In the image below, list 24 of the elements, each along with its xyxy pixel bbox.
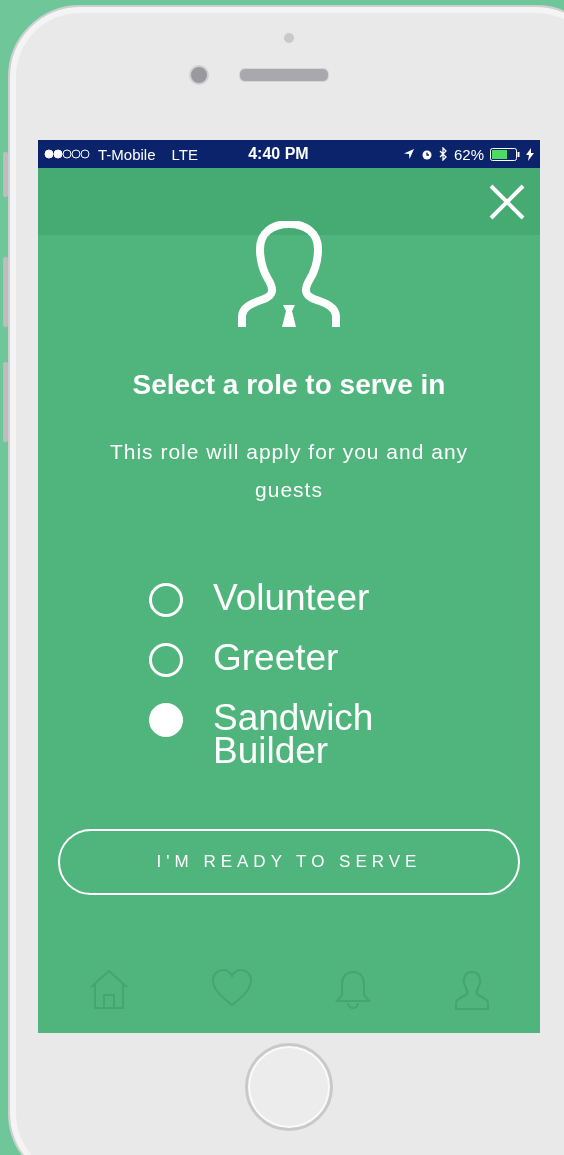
close-button[interactable] <box>488 182 526 221</box>
role-option[interactable]: Volunteer <box>149 581 419 617</box>
carrier-name: T-Mobile <box>98 145 156 163</box>
alarm-icon <box>420 148 433 160</box>
camera-dot <box>284 33 294 43</box>
battery-percent: 62% <box>453 145 484 163</box>
radio-button[interactable] <box>149 583 183 617</box>
side-key <box>3 152 8 197</box>
radio-button[interactable] <box>149 703 183 737</box>
clock-time: 4:40 PM <box>248 145 309 163</box>
bluetooth-icon <box>438 147 448 161</box>
ready-to-serve-button[interactable]: I'M READY TO SERVE <box>58 829 520 895</box>
side-key <box>3 257 8 327</box>
dialog-subtitle: This role will apply for you and any guests <box>108 439 470 503</box>
camera-lens <box>189 65 209 85</box>
location-arrow-icon <box>402 148 415 160</box>
radio-button[interactable] <box>149 643 183 677</box>
dialog-title: Select a role to serve in <box>132 369 446 401</box>
role-option[interactable]: Greeter <box>149 641 419 677</box>
signal-icon <box>44 149 90 159</box>
battery-icon <box>490 147 520 161</box>
network-type: LTE <box>171 145 198 163</box>
role-option[interactable]: Sandwich Builder <box>149 701 419 767</box>
charging-bolt-icon <box>526 147 534 161</box>
